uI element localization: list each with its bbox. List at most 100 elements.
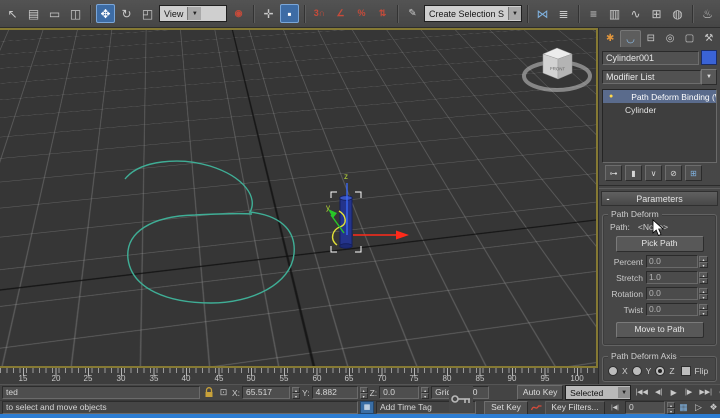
reference-coordinate-system-dropdown[interactable]: View ▼	[159, 5, 227, 22]
z-coordinate-field[interactable]: 0.0	[379, 386, 420, 399]
key-filters-button[interactable]: Key Filters...	[545, 400, 605, 415]
select-and-move-icon[interactable]: ✥	[96, 4, 115, 23]
object-color-swatch[interactable]	[701, 50, 717, 65]
remove-modifier-icon[interactable]: ⊘	[665, 165, 682, 181]
stretch-field[interactable]: 1.0	[646, 271, 698, 284]
spin-down-icon[interactable]: ▾	[359, 392, 368, 399]
go-to-start-icon[interactable]: |◀◀	[633, 386, 650, 399]
chevron-down-icon[interactable]: ▼	[618, 387, 631, 398]
auto-key-button[interactable]: Auto Key	[517, 385, 564, 400]
axis-y-radio[interactable]	[631, 366, 642, 376]
zoom-icon[interactable]: ⊕	[716, 386, 720, 399]
next-frame-icon[interactable]: |▶	[682, 386, 695, 399]
move-gizmo[interactable]: y z	[326, 172, 409, 240]
field-of-view-icon[interactable]: ▷	[692, 401, 705, 414]
x-axis-arrow[interactable]	[396, 230, 409, 240]
modifier-enabled-bulb-icon[interactable]: ●	[609, 93, 613, 100]
absolute-mode-icon[interactable]: ⊡	[217, 386, 230, 399]
chevron-down-icon[interactable]: ▼	[701, 69, 717, 85]
tab-hierarchy[interactable]: ⊟	[642, 30, 660, 47]
tab-modify[interactable]: ◡	[620, 30, 641, 47]
named-selection-sets-dropdown[interactable]: Create Selection Se ▼	[424, 5, 522, 22]
keyboard-shortcut-override-icon[interactable]: ▪	[280, 4, 299, 23]
show-end-result-icon[interactable]: ▮	[625, 165, 642, 181]
object-name-field[interactable]: Cylinder001	[602, 50, 699, 65]
spinner-snap-toggle-icon[interactable]: ⇅	[373, 4, 392, 23]
key-selection-dropdown[interactable]: Selected ▼	[565, 385, 632, 400]
collapse-icon[interactable]: -	[602, 194, 614, 204]
chevron-down-icon[interactable]: ▼	[187, 7, 202, 20]
pin-stack-icon[interactable]: ⊶	[605, 165, 622, 181]
set-key-button[interactable]: Set Key	[484, 400, 528, 415]
rotation-spinner[interactable]: ▴ ▾	[699, 287, 708, 300]
tab-motion[interactable]: ◎	[661, 30, 679, 47]
stretch-spinner[interactable]: ▴ ▾	[699, 271, 708, 284]
twist-field[interactable]: 0.0	[646, 303, 698, 316]
graphite-modeling-tools-icon[interactable]: ▥	[605, 4, 624, 23]
angle-snap-toggle-icon[interactable]: ∠	[331, 4, 350, 23]
rotation-field[interactable]: 0.0	[646, 287, 698, 300]
window-crossing-icon[interactable]: ◫	[66, 4, 85, 23]
snaps-toggle-icon[interactable]: 3∩	[310, 4, 329, 23]
x-spinner[interactable]: ▴ ▾	[292, 386, 301, 399]
configure-modifier-sets-icon[interactable]: ⊞	[685, 165, 702, 181]
spin-down-icon[interactable]: ▾	[699, 277, 708, 284]
modifier-list-dropdown[interactable]: Modifier List	[602, 70, 701, 84]
spin-down-icon[interactable]: ▾	[421, 392, 430, 399]
percent-snap-toggle-icon[interactable]: %	[352, 4, 371, 23]
spin-down-icon[interactable]: ▾	[699, 309, 708, 316]
pick-path-button[interactable]: Pick Path	[615, 236, 704, 252]
parameters-rollout-header[interactable]: - Parameters	[601, 191, 718, 206]
material-editor-icon[interactable]: ◍	[668, 4, 687, 23]
spin-down-icon[interactable]: ▾	[699, 261, 708, 268]
select-and-rotate-icon[interactable]: ↻	[117, 4, 136, 23]
cylinder-object[interactable]	[339, 195, 353, 249]
play-animation-icon[interactable]: ▶	[667, 386, 680, 399]
schematic-view-icon[interactable]: ⊞	[647, 4, 666, 23]
modifier-stack-item[interactable]: ● Path Deform Binding (W	[603, 90, 716, 103]
z-spinner[interactable]: ▴ ▾	[421, 386, 430, 399]
select-and-scale-icon[interactable]: ◰	[138, 4, 157, 23]
axis-x-radio[interactable]	[608, 366, 618, 376]
time-configuration-icon[interactable]: ▦	[677, 401, 690, 414]
tab-utilities[interactable]: ⚒	[700, 30, 718, 47]
spin-down-icon[interactable]: ▾	[292, 392, 301, 399]
set-key-mode-button[interactable]	[449, 386, 473, 412]
previous-frame-icon[interactable]: ◀|	[652, 386, 665, 399]
select-by-name-icon[interactable]: ▤	[24, 4, 43, 23]
rectangular-selection-region-icon[interactable]: ▭	[45, 4, 64, 23]
pan-hand-icon[interactable]: ❖	[707, 401, 720, 414]
render-setup-icon[interactable]: ♨	[698, 4, 717, 23]
y-coordinate-field[interactable]: 4.882	[311, 386, 358, 399]
curve-editor-icon[interactable]: ∿	[626, 4, 645, 23]
move-to-path-button[interactable]: Move to Path	[615, 322, 704, 338]
select-and-manipulate-icon[interactable]: ✛	[259, 4, 278, 23]
use-pivot-point-center-icon[interactable]: ◉	[229, 4, 248, 23]
axis-z-radio[interactable]	[655, 366, 666, 376]
modifier-stack-item[interactable]: Cylinder	[603, 103, 716, 116]
x-coordinate-field[interactable]: 65.517	[242, 386, 291, 399]
spin-down-icon[interactable]: ▾	[699, 293, 708, 300]
chevron-down-icon[interactable]: ▼	[507, 7, 521, 20]
selection-lock-icon[interactable]	[202, 386, 215, 399]
perspective-viewport[interactable]: y z FRONT	[0, 28, 598, 368]
make-unique-icon[interactable]: ∨	[645, 165, 662, 181]
tab-display[interactable]: ▢	[680, 30, 698, 47]
align-icon[interactable]: ≣	[554, 4, 573, 23]
key-filters-curve-icon[interactable]	[530, 401, 543, 414]
mirror-icon[interactable]: ⋈	[533, 4, 552, 23]
viewcube[interactable]: FRONT	[522, 47, 592, 92]
spline-path[interactable]	[124, 160, 295, 304]
current-frame-field[interactable]: 0	[625, 401, 665, 414]
y-spinner[interactable]: ▴ ▾	[359, 386, 368, 399]
go-to-end-icon[interactable]: ▶▶|	[697, 386, 714, 399]
percent-field[interactable]: 0.0	[646, 255, 698, 268]
tab-create[interactable]: ✱	[601, 30, 619, 47]
track-bar[interactable]: 15 20 25 30 35 40 45 50 55 60 65 70 75 8…	[0, 368, 598, 385]
key-mode-toggle-icon[interactable]: |◀|	[607, 401, 623, 414]
flip-checkbox[interactable]	[680, 366, 691, 376]
spin-down-icon[interactable]: ▾	[667, 407, 675, 414]
layer-manager-icon[interactable]: ≡	[584, 4, 603, 23]
edit-named-selection-sets-icon[interactable]: ✎	[403, 4, 422, 23]
time-tag-icon[interactable]: ▦	[360, 401, 374, 414]
